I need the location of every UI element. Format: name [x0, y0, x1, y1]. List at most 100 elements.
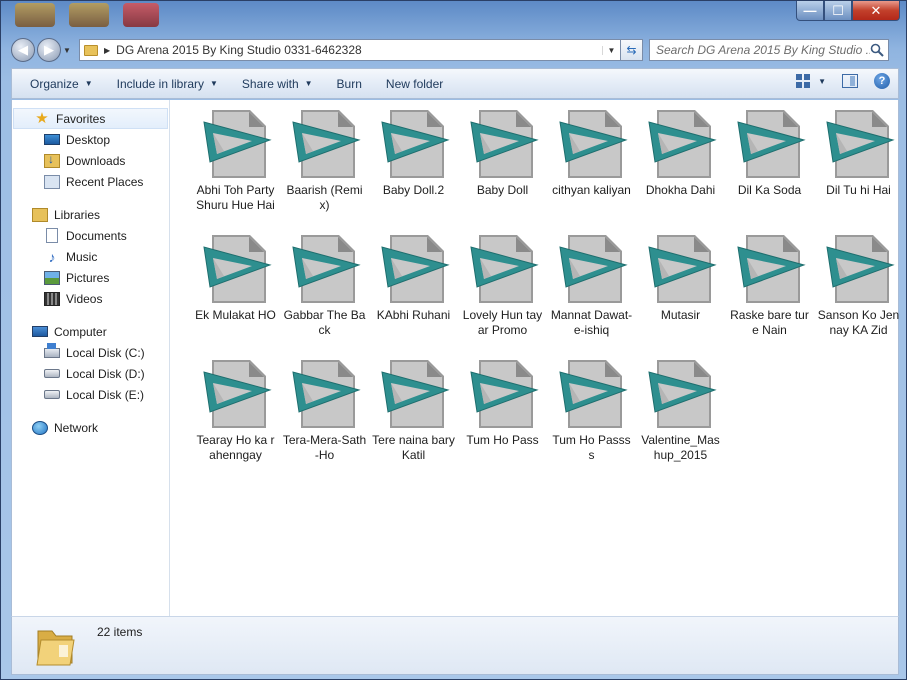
nav-desktop[interactable]: Desktop — [12, 129, 169, 150]
file-item[interactable]: Lovely Hun tayar Promo — [458, 233, 547, 358]
file-name: Mannat Dawat-e-ishiq — [550, 308, 633, 337]
file-item[interactable]: Baby Doll.2 — [369, 108, 458, 233]
file-grid: Abhi Toh Party Shuru Hue Hai Baarish (Re… — [191, 108, 899, 483]
nav-recent-places[interactable]: Recent Places — [12, 171, 169, 192]
maximize-button[interactable]: ☐ — [824, 1, 852, 21]
nav-pictures[interactable]: Pictures — [12, 267, 169, 288]
file-name: Tere naina bary Katil — [372, 433, 455, 462]
chevron-down-icon[interactable]: ▼ — [818, 77, 826, 86]
file-item[interactable]: cithyan kaliyan — [547, 108, 636, 233]
nav-music[interactable]: ♪ Music — [12, 246, 169, 267]
share-with-menu[interactable]: Share with ▼ — [230, 69, 325, 98]
music-note-icon: ♪ — [48, 248, 56, 265]
minimize-button[interactable]: — — [796, 1, 824, 21]
preview-pane-icon[interactable] — [842, 74, 858, 88]
file-item[interactable]: Tum Ho Pass — [458, 358, 547, 483]
nav-music-label: Music — [66, 249, 98, 264]
file-item[interactable]: Sanson Ko Jennay KA Zid — [814, 233, 903, 358]
organize-label: Organize — [30, 76, 79, 91]
nav-local-disk-c[interactable]: Local Disk (C:) — [12, 342, 169, 363]
downloads-folder-icon — [44, 152, 60, 168]
file-item[interactable]: Dhokha Dahi — [636, 108, 725, 233]
burn-button[interactable]: Burn — [325, 69, 374, 98]
media-play-file-icon — [378, 108, 450, 182]
close-button[interactable]: ✕ — [852, 1, 900, 21]
file-item[interactable]: Abhi Toh Party Shuru Hue Hai — [191, 108, 280, 233]
new-folder-button[interactable]: New folder — [374, 69, 455, 98]
address-path[interactable]: DG Arena 2015 By King Studio 0331-646232… — [116, 43, 602, 57]
change-view-button[interactable]: ▼ — [796, 74, 826, 88]
media-play-file-icon — [378, 233, 450, 307]
file-item[interactable]: KAbhi Ruhani — [369, 233, 458, 358]
search-icon[interactable] — [870, 43, 884, 57]
chevron-down-icon: ▼ — [304, 79, 313, 88]
nav-favorites[interactable]: ★ Favorites — [13, 108, 168, 129]
nav-videos[interactable]: Videos — [12, 288, 169, 309]
file-item[interactable]: Tum Ho Passss — [547, 358, 636, 483]
file-item[interactable]: Baarish (Remix) — [280, 108, 369, 233]
nav-local-disk-e-label: Local Disk (E:) — [66, 387, 145, 402]
file-name: Valentine_Mashup_2015 — [641, 433, 720, 462]
navigation-pane[interactable]: ★ Favorites Desktop Downloads Recent Pla… — [12, 100, 170, 616]
file-item[interactable]: Ek Mulakat HO — [191, 233, 280, 358]
nav-libraries[interactable]: Libraries — [12, 204, 169, 225]
search-input[interactable] — [656, 43, 870, 57]
title-bar[interactable]: — ☐ ✕ — [1, 1, 906, 35]
media-play-file-icon — [823, 108, 895, 182]
file-item[interactable]: Tera-Mera-Sath-Ho — [280, 358, 369, 483]
address-dropdown-icon[interactable]: ▼ — [602, 45, 620, 55]
file-item[interactable]: Dil Tu hi Hai — [814, 108, 903, 233]
nav-local-disk-e[interactable]: Local Disk (E:) — [12, 384, 169, 405]
forward-button[interactable]: ▶ — [37, 38, 61, 62]
file-item[interactable]: Tere naina bary Katil — [369, 358, 458, 483]
libraries-group: Libraries Documents ♪ Music Pictures Vid… — [12, 204, 169, 309]
media-play-file-icon — [289, 108, 361, 182]
include-in-library-label: Include in library — [116, 76, 204, 91]
media-play-file-icon — [645, 108, 717, 182]
nav-network[interactable]: Network — [12, 417, 169, 438]
nav-computer[interactable]: Computer — [12, 321, 169, 342]
large-icons-view-icon — [796, 74, 811, 88]
organize-menu[interactable]: Organize ▼ — [18, 69, 105, 98]
include-in-library-menu[interactable]: Include in library ▼ — [105, 69, 230, 98]
back-button[interactable]: ◀ — [11, 38, 35, 62]
file-name: Lovely Hun tayar Promo — [462, 308, 543, 337]
computer-group: Computer Local Disk (C:) Local Disk (D:)… — [12, 321, 169, 405]
recent-pages-dropdown[interactable]: ▼ — [63, 46, 73, 55]
media-play-file-icon — [734, 108, 806, 182]
file-item[interactable]: Baby Doll — [458, 108, 547, 233]
file-item[interactable]: Valentine_Mashup_2015 — [636, 358, 725, 483]
file-item[interactable]: Tearay Ho ka rahenngay — [191, 358, 280, 483]
media-play-file-icon — [556, 233, 628, 307]
file-name: Sanson Ko Jennay KA Zid — [817, 308, 900, 337]
item-count: 22 items — [97, 625, 143, 639]
command-bar: Organize ▼ Include in library ▼ Share wi… — [11, 68, 899, 99]
refresh-button[interactable]: ⇆ — [621, 39, 643, 61]
file-list-view[interactable]: Abhi Toh Party Shuru Hue Hai Baarish (Re… — [181, 100, 899, 616]
nav-downloads[interactable]: Downloads — [12, 150, 169, 171]
nav-videos-label: Videos — [66, 291, 103, 306]
share-with-label: Share with — [241, 76, 299, 91]
hard-disk-icon — [44, 390, 60, 399]
file-name: Mutasir — [660, 308, 701, 322]
libraries-icon — [32, 207, 48, 222]
nav-documents[interactable]: Documents — [12, 225, 169, 246]
help-icon[interactable]: ? — [874, 73, 890, 89]
address-bar[interactable]: ▶ DG Arena 2015 By King Studio 0331-6462… — [79, 39, 621, 61]
system-disk-icon — [44, 342, 60, 358]
film-strip-icon — [44, 291, 60, 306]
file-item[interactable]: Gabbar The Back — [280, 233, 369, 358]
file-name: KAbhi Ruhani — [376, 308, 451, 322]
recent-places-icon — [44, 174, 60, 189]
search-box[interactable] — [649, 39, 889, 61]
nav-local-disk-d-label: Local Disk (D:) — [66, 366, 145, 381]
file-item[interactable]: Dil Ka Soda — [725, 108, 814, 233]
file-item[interactable]: Mutasir — [636, 233, 725, 358]
file-name: Dil Tu hi Hai — [826, 183, 891, 197]
media-play-file-icon — [645, 233, 717, 307]
nav-desktop-label: Desktop — [66, 132, 111, 147]
file-item[interactable]: Mannat Dawat-e-ishiq — [547, 233, 636, 358]
file-item[interactable]: Raske bare ture Nain — [725, 233, 814, 358]
breadcrumb-chevron-icon[interactable]: ▶ — [104, 46, 110, 55]
nav-local-disk-d[interactable]: Local Disk (D:) — [12, 363, 169, 384]
